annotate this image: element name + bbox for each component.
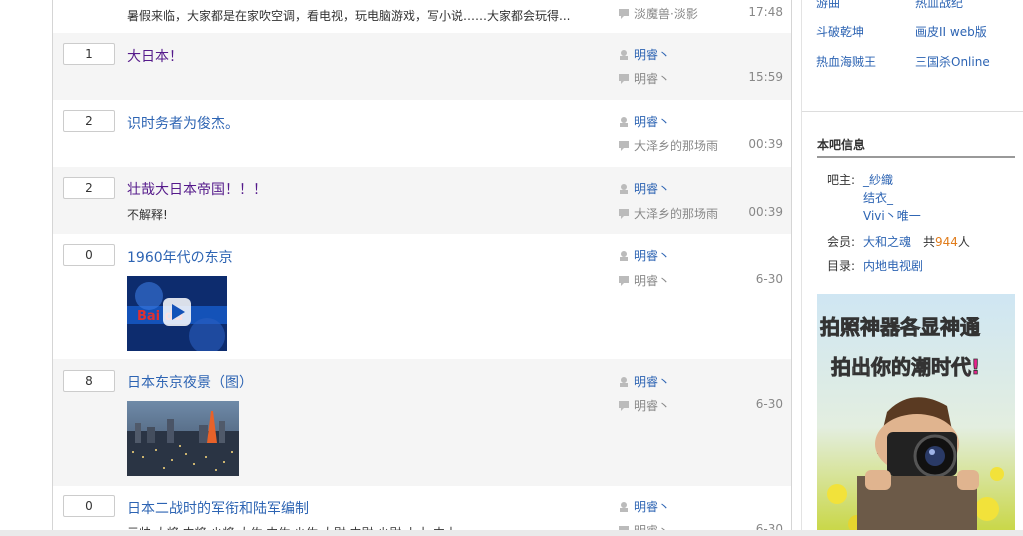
divider <box>802 111 1023 112</box>
game-link[interactable]: 热血战纪 <box>915 0 963 11</box>
last-reply[interactable]: 明睿丶 <box>619 70 670 87</box>
user-icon <box>619 49 629 60</box>
last-reply-name: 明睿丶 <box>634 72 671 86</box>
reply-count: 0 <box>63 495 115 517</box>
thread-title[interactable]: 1960年代の东京 <box>127 247 233 267</box>
author-name: 明睿丶 <box>634 500 671 514</box>
thread-time: 00:39 <box>748 205 783 219</box>
member-label: 会员: <box>827 235 856 249</box>
last-reply-name: 大泽乡的那场雨 <box>634 139 719 153</box>
thread-row: 8 日本东京夜景（图） 明睿丶 明睿丶 6-30 <box>53 359 791 486</box>
advertisement-banner[interactable]: 拍照神器各显神通 拍出你的潮时代! <box>817 294 1015 536</box>
reply-count: 2 <box>63 110 115 132</box>
thread-time: 15:59 <box>748 70 783 84</box>
thread-excerpt: 暑假来临，大家都是在家吹空调，看电视，玩电脑游戏，写小说……大家都会玩得... <box>127 9 571 23</box>
member-count: 共944人 <box>923 233 970 250</box>
svg-text:拍照神器各显神通: 拍照神器各显神通 <box>820 315 980 339</box>
thread-title[interactable]: 壮哉大日本帝国！！！ <box>127 179 267 199</box>
author-name: 明睿丶 <box>634 182 671 196</box>
thread-row: 2 壮哉大日本帝国！！！ 不解释! 明睿丶 大泽乡的那场雨 00:39 <box>53 167 791 234</box>
reply-count: 0 <box>63 244 115 266</box>
forum-info-title: 本吧信息 <box>817 138 866 152</box>
last-reply-name: 明睿丶 <box>634 399 671 413</box>
game-link[interactable]: 游曲 <box>816 0 840 11</box>
last-reply[interactable]: 淡魔兽·淡影 <box>619 5 698 22</box>
last-reply[interactable]: 明睿丶 <box>619 397 670 414</box>
owner-label: 吧主: <box>827 173 856 187</box>
comment-icon <box>619 73 629 84</box>
owner-link[interactable]: _紗織 <box>863 171 893 188</box>
svg-text:拍出你的潮时代!: 拍出你的潮时代! <box>831 355 980 379</box>
game-link[interactable]: 斗破乾坤 <box>816 23 864 40</box>
member-unit: 人 <box>957 235 970 249</box>
video-thumbnail[interactable]: Bai du <box>127 276 227 351</box>
comment-icon <box>619 275 629 286</box>
member-name-link[interactable]: 大和之魂 <box>863 233 911 250</box>
last-reply-name: 淡魔兽·淡影 <box>634 7 698 21</box>
thread-author[interactable]: 明睿丶 <box>619 247 670 264</box>
thread-title[interactable]: 大日本！ <box>127 46 183 66</box>
thread-row: 2 识时务者为俊杰。 明睿丶 大泽乡的那场雨 00:39 <box>53 100 791 167</box>
divider <box>817 156 1015 158</box>
thread-excerpt: 不解释! <box>127 208 168 222</box>
thread-title[interactable]: 日本二战时的军衔和陆军编制 <box>127 498 309 518</box>
thread-time: 6-30 <box>755 272 783 286</box>
horizontal-scrollbar[interactable] <box>0 530 1023 536</box>
thread-list: 暑假来临，大家都是在家吹空调，看电视，玩电脑游戏，写小说……大家都会玩得... … <box>52 0 792 536</box>
owner-link[interactable]: 结衣_ <box>863 189 893 206</box>
last-reply[interactable]: 大泽乡的那场雨 <box>619 205 718 222</box>
thread-time: 00:39 <box>748 137 783 151</box>
ad-headline-2b: 潮时代! <box>911 355 980 379</box>
category-label: 目录: <box>827 259 856 273</box>
thread-row: 暑假来临，大家都是在家吹空调，看电视，玩电脑游戏，写小说……大家都会玩得... … <box>53 0 791 33</box>
thread-author[interactable]: 明睿丶 <box>619 113 670 130</box>
game-link[interactable]: 画皮II web版 <box>915 23 987 40</box>
last-reply[interactable]: 明睿丶 <box>619 272 670 289</box>
author-name: 明睿丶 <box>634 249 671 263</box>
reply-count: 8 <box>63 370 115 392</box>
author-name: 明睿丶 <box>634 375 671 389</box>
thread-author[interactable]: 明睿丶 <box>619 46 670 63</box>
ad-headline-2a: 拍出你的 <box>831 355 911 379</box>
user-icon <box>619 116 629 127</box>
last-reply-name: 明睿丶 <box>634 274 671 288</box>
user-icon <box>619 250 629 261</box>
author-name: 明睿丶 <box>634 115 671 129</box>
game-link[interactable]: 三国杀Online <box>915 53 990 70</box>
thread-author[interactable]: 明睿丶 <box>619 180 670 197</box>
thread-row: 0 日本二战时的军衔和陆军编制 元帅 大将 中将 少将 大佐 中佐 少佐 大尉 … <box>53 486 791 536</box>
thread-time: 6-30 <box>755 397 783 411</box>
reply-count: 1 <box>63 43 115 65</box>
comment-icon <box>619 140 629 151</box>
thread-time: 17:48 <box>748 5 783 19</box>
user-icon <box>619 376 629 387</box>
image-thumbnail[interactable] <box>127 401 239 476</box>
thread-row: 0 1960年代の东京 Bai du 明睿丶 明睿丶 6-30 <box>53 234 791 359</box>
last-reply-name: 大泽乡的那场雨 <box>634 207 719 221</box>
member-total-prefix: 共 <box>923 235 936 249</box>
ad-headline-1b: 神器 <box>860 315 901 339</box>
category-link[interactable]: 内地电视剧 <box>863 257 923 274</box>
thread-title[interactable]: 识时务者为俊杰。 <box>127 113 239 133</box>
comment-icon <box>619 400 629 411</box>
sidebar: 游曲 热血战纪 斗破乾坤 画皮II web版 热血海贼王 三国杀Online 本… <box>801 0 1023 536</box>
owner-link[interactable]: Vivi丶唯一 <box>863 207 921 224</box>
ad-headline-1a: 拍照 <box>820 315 860 339</box>
comment-icon <box>619 208 629 219</box>
author-name: 明睿丶 <box>634 48 671 62</box>
game-link[interactable]: 热血海贼王 <box>816 53 876 70</box>
thread-title[interactable]: 日本东京夜景（图） <box>127 372 253 392</box>
member-count-number: 944 <box>935 235 958 249</box>
user-icon <box>619 183 629 194</box>
thread-author[interactable]: 明睿丶 <box>619 373 670 390</box>
last-reply[interactable]: 大泽乡的那场雨 <box>619 137 718 154</box>
comment-icon <box>619 8 629 19</box>
thread-author[interactable]: 明睿丶 <box>619 498 670 515</box>
ad-headline-1c: 各显神通 <box>899 315 980 339</box>
reply-count: 2 <box>63 177 115 199</box>
thread-row: 1 大日本！ 明睿丶 明睿丶 15:59 <box>53 33 791 100</box>
user-icon <box>619 501 629 512</box>
